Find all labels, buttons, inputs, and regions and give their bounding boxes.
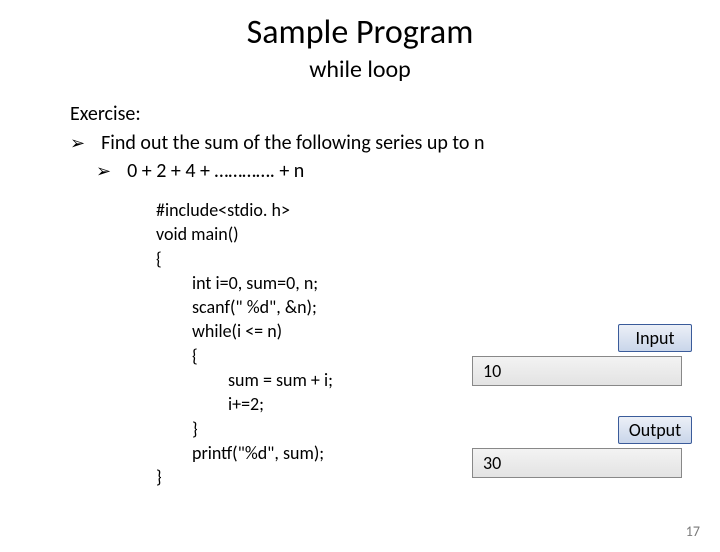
input-label: Input	[618, 324, 692, 352]
arrow-icon: ➢	[70, 130, 85, 156]
input-value-box: 10	[472, 356, 682, 386]
code-line: #include<stdio. h>	[156, 198, 720, 222]
code-line: scanf(" %d", &n);	[156, 295, 720, 319]
exercise-label: Exercise:	[70, 102, 720, 126]
code-line: int i=0, sum=0, n;	[156, 271, 720, 295]
content-area: Exercise: ➢ Find out the sum of the foll…	[70, 102, 720, 184]
bullet-2-text: 0 + 2 + 4 + …………. + n	[127, 158, 304, 184]
code-line: {	[156, 247, 720, 271]
bullet-2: ➢ 0 + 2 + 4 + …………. + n	[96, 158, 720, 184]
output-label: Output	[618, 416, 692, 444]
arrow-icon: ➢	[96, 158, 111, 184]
bullet-1-text: Find out the sum of the following series…	[101, 130, 484, 156]
code-line: void main()	[156, 222, 720, 246]
bullet-1: ➢ Find out the sum of the following seri…	[70, 130, 720, 156]
page-number: 17	[686, 523, 700, 540]
slide-subtitle: while loop	[0, 55, 720, 84]
slide-title: Sample Program	[0, 12, 720, 53]
output-value-box: 30	[472, 448, 682, 478]
code-line: i+=2;	[156, 392, 720, 416]
